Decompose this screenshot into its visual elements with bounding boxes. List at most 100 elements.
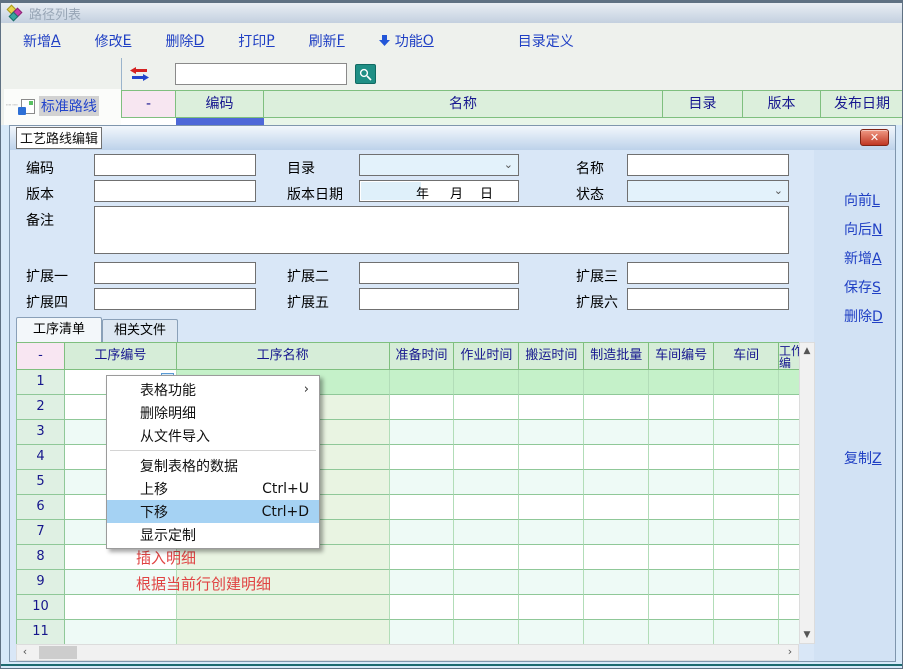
add-button[interactable]: 新增A (844, 248, 882, 268)
grid-cell[interactable] (649, 395, 714, 420)
grid-cell[interactable] (519, 370, 584, 395)
version-date-input[interactable]: 年 月 日 (359, 180, 519, 202)
toolbar-add-button[interactable]: 新增A (23, 31, 61, 51)
grid-cell[interactable] (519, 595, 584, 620)
name-input[interactable] (627, 154, 789, 176)
dialog-close-button[interactable]: ✕ (860, 129, 889, 146)
grid-cell[interactable] (454, 570, 519, 595)
forward-button[interactable]: 向前L (844, 190, 880, 210)
swap-icon[interactable] (130, 67, 149, 81)
grid-cell[interactable] (779, 520, 799, 545)
grid-cell[interactable] (714, 545, 779, 570)
directory-combobox[interactable]: ⌄ (359, 154, 519, 176)
ext1-input[interactable] (94, 262, 256, 284)
grid-header-work-time[interactable]: 作业时间 (454, 343, 519, 370)
create-detail-from-row-action[interactable]: 根据当前行创建明细 (136, 573, 271, 594)
scroll-right-icon[interactable]: › (782, 645, 798, 660)
scrollbar-thumb[interactable] (39, 646, 77, 659)
grid-cell[interactable] (390, 445, 455, 470)
grid-cell[interactable] (519, 570, 584, 595)
grid-cell[interactable] (649, 445, 714, 470)
grid-cell[interactable] (519, 420, 584, 445)
grid-cell[interactable] (390, 470, 455, 495)
menu-item-delete-detail[interactable]: 删除明细 (107, 401, 319, 424)
grid-cell[interactable] (584, 395, 649, 420)
grid-cell[interactable] (649, 570, 714, 595)
grid-cell[interactable] (779, 570, 799, 595)
menu-item-move-up[interactable]: 上移Ctrl+U (107, 477, 319, 500)
grid-cell[interactable] (454, 395, 519, 420)
grid-cell[interactable] (714, 620, 779, 645)
menu-item-table-functions[interactable]: 表格功能› (107, 378, 319, 401)
search-input[interactable] (175, 63, 347, 85)
tab-related-files[interactable]: 相关文件 (102, 319, 178, 342)
grid-cell[interactable] (779, 620, 799, 645)
grid-cell[interactable] (454, 470, 519, 495)
search-button[interactable] (355, 64, 376, 84)
status-combobox[interactable]: ⌄ (627, 180, 789, 202)
grid-header-work-code-clipped[interactable]: 工作编 (779, 343, 799, 370)
list-header-version[interactable]: 版本 (743, 90, 821, 118)
grid-cell[interactable] (519, 395, 584, 420)
grid-cell[interactable] (779, 545, 799, 570)
grid-cell[interactable] (714, 370, 779, 395)
remark-textarea[interactable] (94, 206, 789, 254)
menu-item-display-customize[interactable]: 显示定制 (107, 523, 319, 546)
grid-header-prep-time[interactable]: 准备时间 (390, 343, 455, 370)
grid-cell[interactable] (519, 545, 584, 570)
toolbar-print-button[interactable]: 打印P (238, 31, 274, 51)
scroll-left-icon[interactable]: ‹ (17, 645, 33, 660)
grid-cell[interactable] (519, 495, 584, 520)
grid-cell[interactable] (649, 520, 714, 545)
grid-cell[interactable] (779, 420, 799, 445)
grid-cell[interactable] (649, 595, 714, 620)
menu-item-move-down[interactable]: 下移Ctrl+D (107, 500, 319, 523)
grid-header-corner[interactable]: - (17, 343, 65, 370)
grid-cell[interactable] (584, 370, 649, 395)
grid-cell[interactable] (390, 620, 455, 645)
grid-cell[interactable] (65, 620, 177, 645)
scroll-down-icon[interactable]: ▼ (800, 627, 814, 643)
row-number[interactable]: 4 (17, 445, 65, 470)
grid-cell[interactable] (390, 545, 455, 570)
grid-cell[interactable] (714, 445, 779, 470)
grid-cell[interactable] (390, 570, 455, 595)
grid-cell[interactable] (649, 470, 714, 495)
grid-cell[interactable] (584, 545, 649, 570)
row-number[interactable]: 10 (17, 595, 65, 620)
grid-cell[interactable] (519, 445, 584, 470)
scroll-up-icon[interactable]: ▲ (800, 343, 814, 359)
grid-cell[interactable] (584, 520, 649, 545)
grid-cell[interactable] (454, 620, 519, 645)
row-number[interactable]: 1 (17, 370, 65, 395)
grid-cell[interactable] (390, 595, 455, 620)
save-button[interactable]: 保存S (844, 277, 881, 297)
grid-cell[interactable] (454, 445, 519, 470)
row-number[interactable]: 2 (17, 395, 65, 420)
grid-cell[interactable] (454, 420, 519, 445)
list-header-release-date[interactable]: 发布日期 (821, 90, 903, 118)
grid-cell[interactable] (779, 470, 799, 495)
ext2-input[interactable] (359, 262, 519, 284)
grid-cell[interactable] (390, 395, 455, 420)
grid-cell[interactable] (584, 420, 649, 445)
grid-cell[interactable] (714, 420, 779, 445)
grid-cell[interactable] (390, 520, 455, 545)
grid-header-transport-time[interactable]: 搬运时间 (519, 343, 584, 370)
copy-button[interactable]: 复制Z (844, 448, 882, 468)
grid-vertical-scrollbar[interactable]: ▲ ▼ (799, 342, 815, 644)
grid-cell[interactable] (779, 395, 799, 420)
grid-cell[interactable] (779, 595, 799, 620)
grid-cell[interactable] (454, 545, 519, 570)
tab-process-list[interactable]: 工序清单 (16, 317, 102, 342)
grid-cell[interactable] (779, 445, 799, 470)
tree-item-standard-route[interactable]: ┈┈ 标准路线 (6, 96, 99, 116)
grid-cell[interactable] (519, 620, 584, 645)
grid-cell[interactable] (454, 495, 519, 520)
ext3-input[interactable] (627, 262, 789, 284)
insert-detail-action[interactable]: 插入明细 (136, 547, 196, 568)
grid-header-workshop-code[interactable]: 车间编号 (649, 343, 714, 370)
grid-cell[interactable] (714, 520, 779, 545)
grid-cell[interactable] (649, 545, 714, 570)
grid-cell[interactable] (390, 370, 455, 395)
